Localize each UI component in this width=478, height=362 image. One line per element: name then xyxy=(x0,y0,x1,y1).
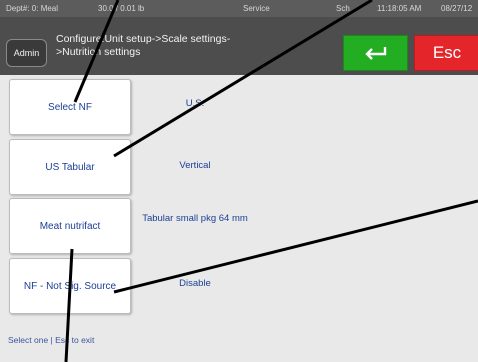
enter-arrow-icon xyxy=(364,47,386,60)
nf-not-sig-source-value: Disable xyxy=(179,278,211,289)
status-dept: Dept#: 0: Meal xyxy=(6,4,59,13)
us-tabular-value: Vertical xyxy=(179,160,211,171)
breadcrumb-line-2: >Nutrition settings xyxy=(56,46,141,58)
meat-nutrifact-button[interactable]: Meat nutrifact xyxy=(9,198,131,254)
status-mode: Service xyxy=(243,4,270,13)
status-extra: Sch xyxy=(336,4,350,13)
breadcrumb: Configure:Unit setup->Scale settings- >N… xyxy=(56,33,286,59)
select-nf-button[interactable]: Select NF xyxy=(9,79,131,135)
status-bar: Dept#: 0: Meal 30.0 / 0.01 lb Service Sc… xyxy=(0,0,478,17)
footer-hint: Select one | Esc to exit xyxy=(8,335,95,345)
select-nf-value: U.S. xyxy=(185,98,205,109)
status-weight: 30.0 / 0.01 lb xyxy=(98,4,145,13)
enter-button[interactable] xyxy=(343,35,408,71)
us-tabular-button[interactable]: US Tabular xyxy=(9,139,131,195)
breadcrumb-line-1: Configure:Unit setup->Scale settings- xyxy=(56,33,231,45)
admin-badge: Admin xyxy=(6,39,47,67)
status-time: 11:18:05 AM xyxy=(377,4,422,13)
status-date: 08/27/12 xyxy=(441,4,473,13)
nf-not-sig-source-button[interactable]: NF - Not Sig. Source xyxy=(9,258,131,314)
meat-nutrifact-value: Tabular small pkg 64 mm xyxy=(142,213,248,224)
esc-button[interactable]: Esc xyxy=(414,35,478,71)
